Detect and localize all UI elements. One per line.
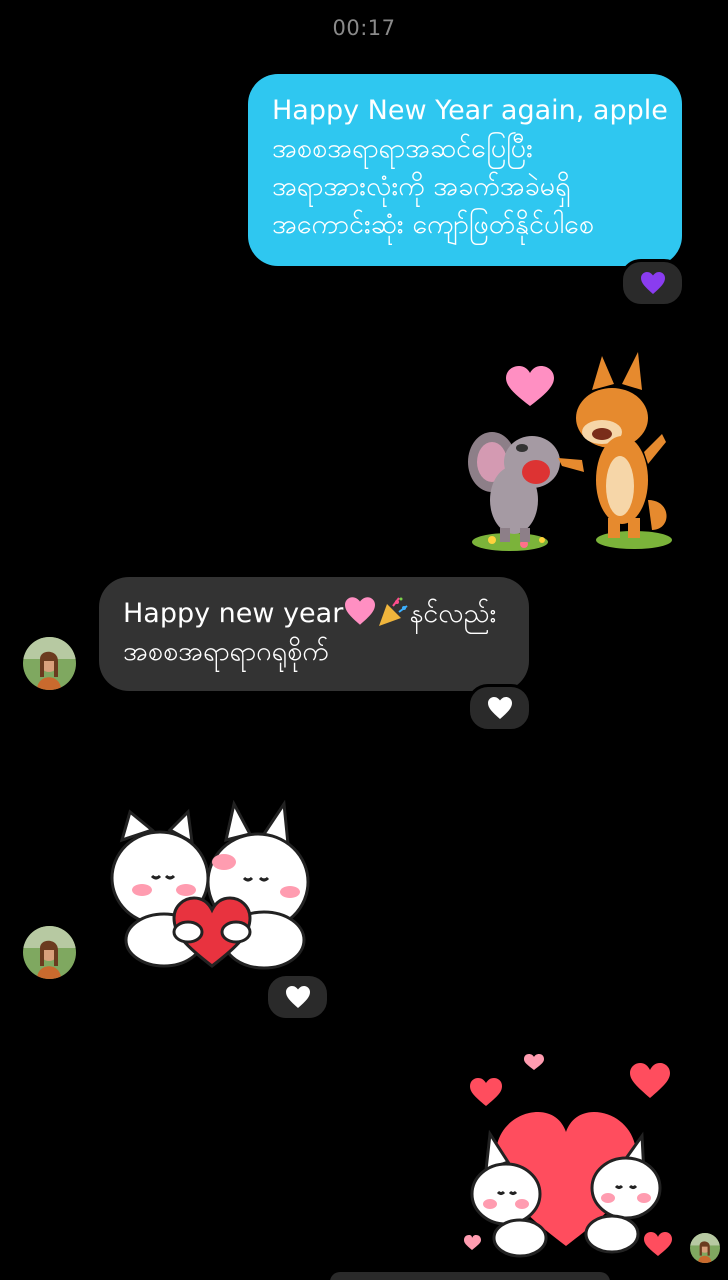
seen-avatar [690,1233,720,1263]
purple-heart-icon [640,272,665,294]
pink-heart-emoji-icon [345,597,376,625]
message-line: အရာအားလုံးကို အခက်အခဲမရှိ [272,171,571,202]
bunnies-big-heart-sticker[interactable] [462,1050,682,1268]
mouse-fox-sticker[interactable] [462,350,677,555]
party-popper-emoji-icon [379,597,408,626]
sticker-art [464,1054,672,1258]
chat-screen: 00:17 Happy New Year again, apple အစစအရာ… [0,0,728,1280]
sticker-art [110,799,310,970]
message-text: Happy new year [123,598,344,629]
white-heart-icon [487,697,512,719]
white-heart-icon [285,986,310,1008]
incoming-message-bubble[interactable]: Happy new year နင်လည်း အစစအရာရာဂရုစိုက် [99,577,529,691]
sticker-art [468,352,672,551]
reaction-pill[interactable] [467,684,532,732]
contact-avatar[interactable] [23,637,76,690]
reaction-pill[interactable] [265,973,330,1021]
message-text: နင်လည်း [409,598,497,629]
message-line: Happy New Year again, apple [272,95,668,126]
message-line: အစစအရာရာအဆင်ပြေပြီး [272,133,533,164]
message-timestamp: 00:17 [332,16,396,40]
avatar-photo [23,637,76,690]
outgoing-message-bubble[interactable]: Happy New Year again, apple အစစအရာရာအဆင်… [248,74,682,266]
contact-avatar[interactable] [23,926,76,979]
message-line: Happy new year နင်လည်း [123,595,505,633]
composer-bar-edge[interactable] [330,1272,610,1280]
message-line: အကောင်းဆုံး ကျော်ဖြတ်နိုင်ပါစေ [272,209,594,240]
cats-hugging-heart-sticker[interactable] [108,799,323,972]
reaction-pill[interactable] [620,259,685,307]
avatar-photo [23,926,76,979]
message-line: အစစအရာရာဂရုစိုက် [123,636,329,667]
avatar-photo [690,1233,720,1263]
